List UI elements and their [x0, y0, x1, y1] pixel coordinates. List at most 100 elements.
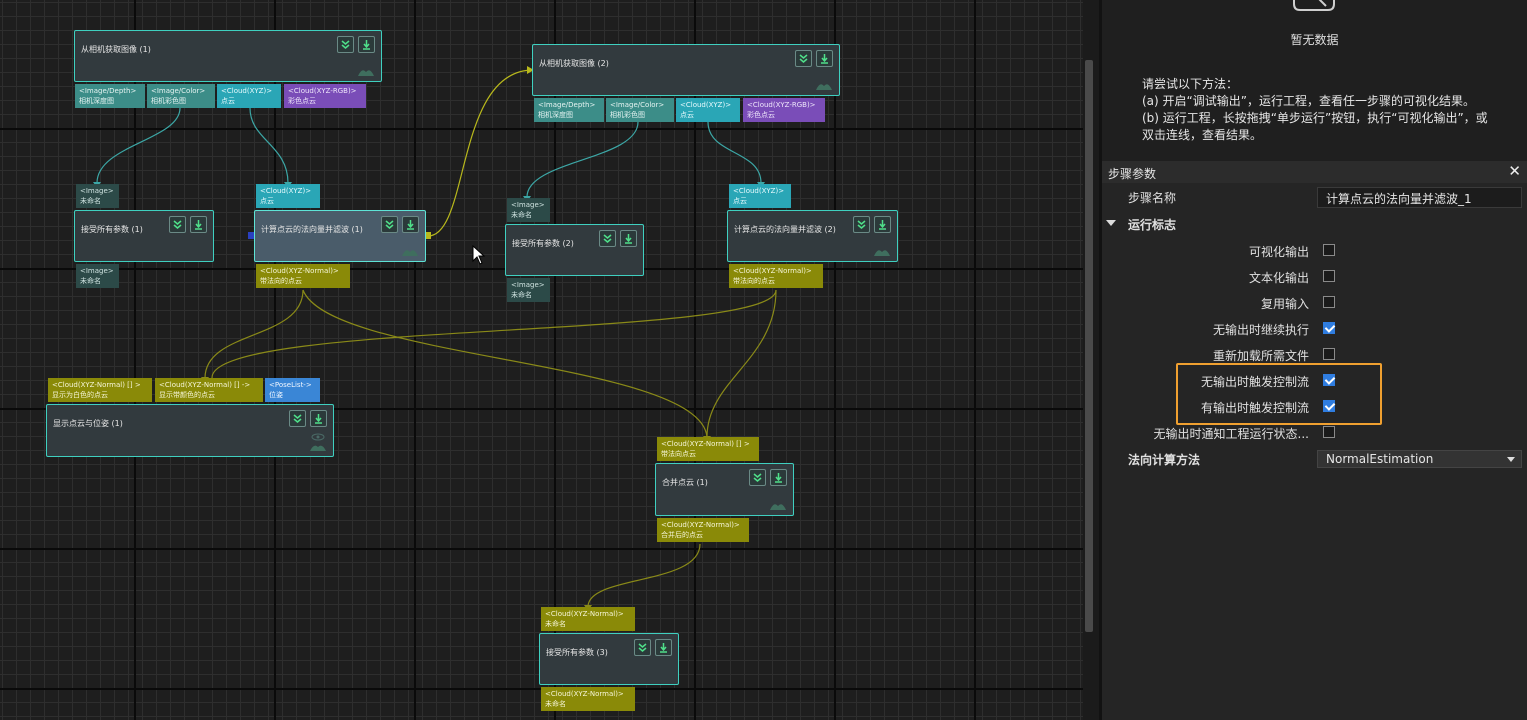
port-name: 未命名	[511, 211, 532, 219]
input-port[interactable]: <Cloud(XYZ-Normal) [] > 带法向点云	[657, 437, 759, 461]
port-name: 点云	[733, 197, 747, 205]
output-port[interactable]: <Image> 未命名	[507, 278, 550, 302]
flag-checkbox[interactable]	[1323, 348, 1335, 360]
node-normal-filter-1[interactable]: 计算点云的法向量并滤波 (1)	[254, 210, 426, 262]
port-name: 相机彩色图	[151, 97, 186, 105]
edge[interactable]	[587, 543, 701, 607]
input-port[interactable]: <Cloud(XYZ-Normal)> 未命名	[541, 607, 635, 631]
port-type: <Image>	[511, 281, 545, 289]
output-port[interactable]: <Cloud(XYZ)> 点云	[217, 84, 281, 108]
node-title: 显示点云与位姿 (1)	[53, 419, 123, 428]
node-receive-params-2[interactable]: 接受所有参数 (2)	[505, 224, 644, 276]
flag-checkbox[interactable]	[1323, 322, 1335, 334]
edge[interactable]	[302, 289, 708, 438]
status-icon	[358, 70, 374, 76]
input-port[interactable]: <PoseList-> 位姿	[265, 378, 320, 402]
output-port[interactable]: <Cloud(XYZ-RGB)> 彩色点云	[743, 98, 825, 122]
port-type: <PoseList->	[269, 381, 312, 389]
step-name-field[interactable]: 计算点云的法向量并滤波_1	[1317, 187, 1522, 208]
highlight-box	[1176, 363, 1382, 425]
edge[interactable]	[211, 289, 777, 379]
input-port[interactable]: <Image> 未命名	[76, 184, 119, 208]
input-port[interactable]: <Cloud(XYZ-Normal) [] > 显示为白色的点云	[48, 378, 152, 402]
flag-checkbox[interactable]	[1323, 296, 1335, 308]
canvas-scrollbar[interactable]	[1085, 60, 1093, 632]
flow-canvas[interactable]: 从相机获取图像 (1) <Image/Depth> 相机深度图 <Image/Co…	[0, 0, 1083, 720]
port-name: 彩色点云	[747, 111, 775, 119]
edge[interactable]	[707, 121, 762, 184]
node-capture-image-1[interactable]: 从相机获取图像 (1)	[74, 30, 382, 82]
flag-checkbox[interactable]	[1323, 244, 1335, 256]
expand-icon[interactable]	[634, 639, 651, 656]
node-capture-image-2[interactable]: 从相机获取图像 (2)	[532, 44, 840, 96]
output-port[interactable]: <Cloud(XYZ-RGB)> 彩色点云	[284, 84, 366, 108]
output-pin-icon[interactable]	[402, 216, 419, 233]
input-port[interactable]: <Cloud(XYZ-Normal) [] -> 显示带颜色的点云	[155, 378, 263, 402]
port-name: 未命名	[545, 700, 566, 708]
output-port[interactable]: <Image/Depth> 相机深度图	[534, 98, 604, 122]
port-type: <Image>	[511, 201, 545, 209]
node-show-cloud-pose-1[interactable]: 显示点云与位姿 (1)	[46, 404, 334, 457]
output-pin-icon[interactable]	[655, 639, 672, 656]
edge[interactable]	[96, 107, 181, 184]
port-type: <Image>	[80, 187, 114, 195]
expand-icon[interactable]	[749, 469, 766, 486]
expand-icon[interactable]	[853, 216, 870, 233]
output-pin-icon[interactable]	[816, 50, 833, 67]
expand-icon[interactable]	[289, 410, 306, 427]
expand-icon[interactable]	[381, 216, 398, 233]
output-port[interactable]: <Cloud(XYZ-Normal)> 带法向的点云	[729, 264, 823, 288]
output-port[interactable]: <Cloud(XYZ-Normal)> 合并后的点云	[657, 518, 749, 542]
output-port[interactable]: <Image/Color> 相机彩色图	[147, 84, 215, 108]
port-name: 带法向的点云	[260, 277, 302, 285]
eye-icon	[310, 433, 326, 451]
expand-icon[interactable]	[599, 230, 616, 247]
edge[interactable]	[249, 107, 289, 184]
port-name: 合并后的点云	[661, 531, 703, 539]
input-port[interactable]: <Cloud(XYZ)> 点云	[256, 184, 320, 208]
output-port[interactable]: <Image> 未命名	[76, 264, 119, 288]
output-port[interactable]: <Cloud(XYZ-Normal)> 未命名	[541, 687, 635, 711]
flag-label: 可视化输出	[1248, 245, 1309, 259]
collapse-icon[interactable]	[1106, 220, 1116, 226]
expand-icon[interactable]	[337, 36, 354, 53]
port-type: <Cloud(XYZ)>	[733, 187, 785, 195]
flag-checkbox[interactable]	[1323, 426, 1335, 438]
node-normal-filter-2[interactable]: 计算点云的法向量并滤波 (2)	[727, 210, 898, 262]
output-pin-icon[interactable]	[190, 216, 207, 233]
output-port[interactable]: <Image/Depth> 相机深度图	[75, 84, 145, 108]
node-merge-cloud-1[interactable]: 合并点云 (1)	[655, 463, 794, 516]
input-port[interactable]: <Cloud(XYZ)> 点云	[729, 184, 791, 208]
port-type: <Cloud(XYZ-RGB)>	[288, 87, 357, 95]
hint-line: (b) 运行工程，长按拖拽“单步运行”按钮，执行“可视化输出”，或	[1142, 111, 1488, 125]
output-pin-icon[interactable]	[874, 216, 891, 233]
expand-icon[interactable]	[169, 216, 186, 233]
expand-icon[interactable]	[795, 50, 812, 67]
output-pin-icon[interactable]	[620, 230, 637, 247]
output-pin-icon[interactable]	[358, 36, 375, 53]
node-receive-params-3[interactable]: 接受所有参数 (3)	[539, 633, 679, 685]
output-pin-icon[interactable]	[310, 410, 327, 427]
status-icon	[874, 250, 890, 256]
port-name: 彩色点云	[288, 97, 316, 105]
output-port[interactable]: <Image/Color> 相机彩色图	[606, 98, 674, 122]
output-port[interactable]: <Cloud(XYZ)> 点云	[676, 98, 740, 122]
method-select[interactable]: NormalEstimation	[1317, 450, 1522, 468]
port-name: 显示带颜色的点云	[159, 391, 215, 399]
port-type: <Image/Depth>	[79, 87, 137, 95]
edge[interactable]	[204, 289, 304, 379]
flag-label: 重新加载所需文件	[1212, 349, 1309, 363]
edge[interactable]	[526, 121, 639, 198]
flag-label: 复用输入	[1260, 297, 1309, 311]
flag-label: 无输出时继续执行	[1212, 323, 1309, 337]
hint-line: (a) 开启“调试输出”，运行工程，查看任一步骤的可视化结果。	[1142, 94, 1475, 108]
port-name: 点云	[680, 111, 694, 119]
output-pin-icon[interactable]	[770, 469, 787, 486]
flag-checkbox[interactable]	[1323, 270, 1335, 282]
edge[interactable]	[706, 289, 777, 438]
close-icon[interactable]: ✕	[1508, 162, 1521, 180]
no-data-text: 暂无数据	[1290, 33, 1339, 47]
node-receive-params-1[interactable]: 接受所有参数 (1)	[74, 210, 214, 262]
input-port[interactable]: <Image> 未命名	[507, 198, 550, 222]
output-port[interactable]: <Cloud(XYZ-Normal)> 带法向的点云	[256, 264, 350, 288]
